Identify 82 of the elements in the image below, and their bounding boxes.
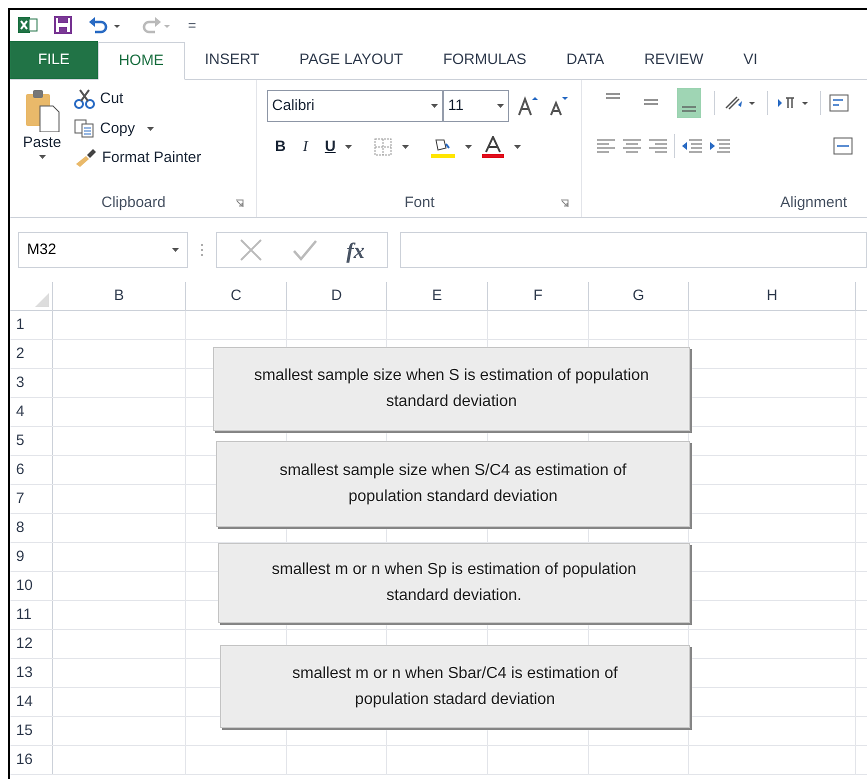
paintbrush-icon xyxy=(74,148,98,168)
ribbon-tab[interactable]: FORMULAS xyxy=(423,41,546,79)
group-label: Clipboard xyxy=(101,192,166,213)
ribbon-tab[interactable]: VI xyxy=(723,41,778,79)
formula-input[interactable] xyxy=(400,232,867,268)
caret-icon[interactable] xyxy=(431,104,438,108)
wrap-text-icon[interactable] xyxy=(829,93,849,113)
column-header[interactable]: E xyxy=(387,282,487,310)
macro-button[interactable]: smallest sample size when S/C4 as estimation of population standard deviation xyxy=(216,441,690,527)
row-header[interactable]: 14 xyxy=(10,688,52,716)
row-header[interactable]: 1 xyxy=(10,311,52,339)
bold-button[interactable]: B xyxy=(275,136,286,158)
customize-icon[interactable]: = xyxy=(188,14,196,36)
caret-icon[interactable] xyxy=(402,145,409,150)
caret-icon[interactable] xyxy=(147,126,154,131)
scissors-icon xyxy=(74,89,96,110)
row-header[interactable]: 12 xyxy=(10,630,52,658)
copy-icon xyxy=(74,118,96,139)
column-header[interactable]: B xyxy=(53,282,185,310)
row-header[interactable]: 10 xyxy=(10,572,52,600)
undo-icon[interactable] xyxy=(88,16,122,34)
row-header[interactable]: 4 xyxy=(10,398,52,426)
more-icon xyxy=(200,242,204,258)
row-header[interactable]: 13 xyxy=(10,659,52,687)
column-header[interactable]: F xyxy=(488,282,588,310)
align-right-icon[interactable] xyxy=(648,139,668,153)
group-label: Alignment xyxy=(780,192,847,213)
dialog-launcher-icon[interactable] xyxy=(235,198,244,208)
column-header[interactable]: D xyxy=(287,282,386,310)
caret-icon[interactable] xyxy=(497,104,504,108)
row-header[interactable]: 15 xyxy=(10,717,52,745)
save-icon[interactable] xyxy=(54,16,72,34)
row-header[interactable]: 3 xyxy=(10,369,52,397)
caret-icon[interactable] xyxy=(464,145,472,150)
row-header[interactable]: 5 xyxy=(10,427,52,455)
ribbon-tab[interactable]: PAGE LAYOUT xyxy=(279,41,424,79)
grow-font-icon[interactable] xyxy=(517,95,539,117)
ribbon-tab[interactable]: FILE xyxy=(10,41,98,79)
macro-button[interactable]: smallest m or n when Sp is estimation of population standard deviation. xyxy=(218,543,690,623)
increase-indent-icon[interactable] xyxy=(709,139,731,153)
font-name-dropdown[interactable]: Calibri xyxy=(267,90,443,122)
column-header[interactable]: C xyxy=(186,282,286,310)
paste-button[interactable]: Paste xyxy=(10,84,74,189)
ribbon-tab[interactable]: REVIEW xyxy=(624,41,724,79)
row-header[interactable]: 9 xyxy=(10,543,52,571)
align-left-icon[interactable] xyxy=(596,139,616,153)
row-header[interactable]: 6 xyxy=(10,456,52,484)
caret-icon[interactable] xyxy=(514,145,521,150)
macro-button[interactable]: smallest sample size when S is estimation of population standard deviation xyxy=(213,347,690,431)
format-painter-button[interactable]: Format Painter xyxy=(74,147,202,170)
ribbon-tab[interactable]: INSERT xyxy=(184,41,280,79)
shrink-font-icon[interactable] xyxy=(547,95,569,117)
row-header[interactable]: 16 xyxy=(10,746,52,774)
ribbon-tab[interactable]: DATA xyxy=(546,41,624,79)
caret-icon[interactable] xyxy=(344,145,352,150)
borders-icon[interactable] xyxy=(372,138,393,156)
macro-button[interactable]: smallest m or n when Sbar/C4 is estimation of population stadard deviation xyxy=(220,645,690,728)
row-header[interactable]: 2 xyxy=(10,340,52,368)
insert-function-button[interactable]: fx xyxy=(346,234,365,266)
dialog-launcher-icon[interactable] xyxy=(560,198,569,208)
clipboard-icon xyxy=(24,88,60,132)
caret-icon[interactable] xyxy=(38,154,46,158)
group-label: Font xyxy=(404,192,434,213)
column-header[interactable]: H xyxy=(689,282,855,310)
font-size-dropdown[interactable]: 11 xyxy=(443,90,509,122)
font-color-icon[interactable] xyxy=(480,136,505,158)
paste-label: Paste xyxy=(22,133,62,153)
name-box[interactable]: M32 xyxy=(18,232,188,268)
italic-button[interactable]: I xyxy=(302,136,308,158)
align-center-icon[interactable] xyxy=(622,139,642,153)
row-header[interactable]: 7 xyxy=(10,485,52,513)
column-header[interactable]: G xyxy=(589,282,688,310)
excel-logo-icon xyxy=(18,16,38,34)
decrease-indent-icon[interactable] xyxy=(681,139,703,153)
ribbon-tab[interactable]: HOME xyxy=(98,42,185,80)
row-header[interactable]: 8 xyxy=(10,514,52,542)
copy-button[interactable]: Copy xyxy=(74,118,202,140)
row-header[interactable]: 11 xyxy=(10,601,52,629)
cut-button[interactable]: Cut xyxy=(74,88,202,110)
underline-button[interactable]: U xyxy=(324,136,336,158)
caret-icon[interactable] xyxy=(172,248,179,252)
merge-cells-icon[interactable] xyxy=(833,137,853,155)
